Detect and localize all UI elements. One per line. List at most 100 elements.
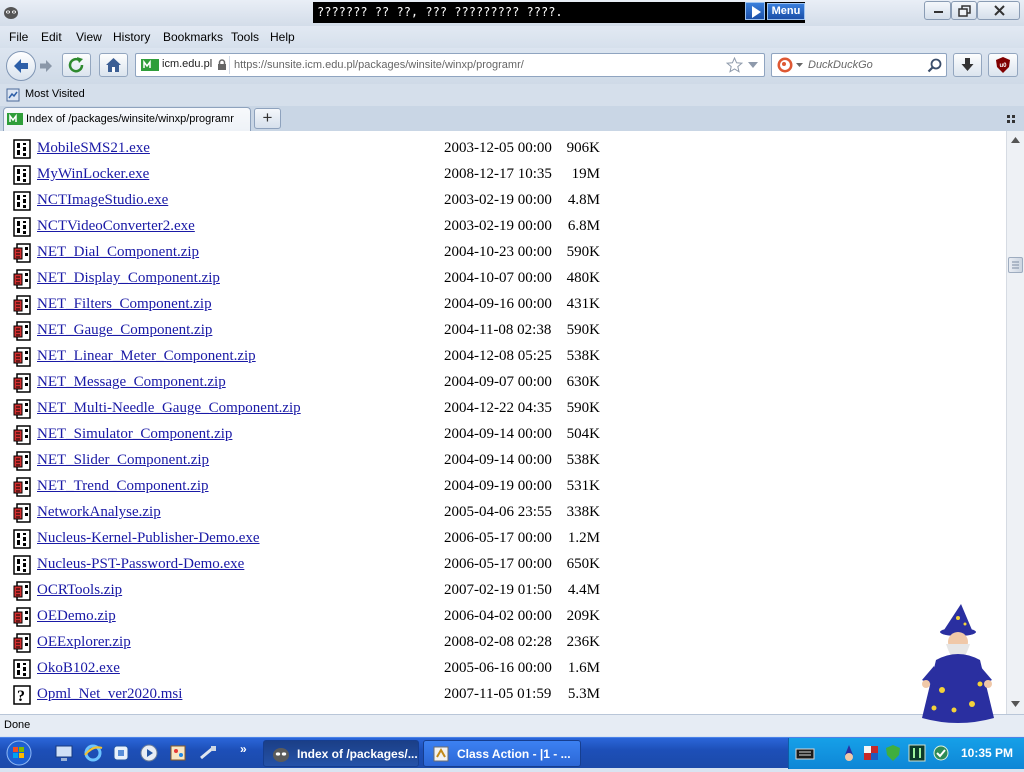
scrollbar-thumb[interactable]	[1008, 257, 1023, 273]
file-size: 590K	[566, 244, 600, 260]
file-link[interactable]: MyWinLocker.exe	[37, 166, 149, 183]
file-link[interactable]: NET_Linear_Meter_Component.zip	[37, 348, 256, 365]
network-tray-icon[interactable]	[931, 743, 951, 763]
file-link[interactable]: MobileSMS21.exe	[37, 140, 150, 157]
file-link[interactable]: OEExplorer.zip	[37, 634, 131, 651]
menu-bar: File Edit View History Bookmarks Tools H…	[0, 26, 1024, 48]
class-action-task-icon	[433, 746, 449, 762]
paint-icon[interactable]	[168, 743, 188, 763]
search-bar[interactable]: DuckDuckGo	[771, 53, 947, 77]
file-size: 650K	[566, 556, 600, 572]
bookmarks-toolbar: Most Visited	[0, 84, 1024, 106]
window-title: ??????? ?? ??, ??? ????????? ????.	[313, 2, 805, 23]
file-link[interactable]: Nucleus-PST-Password-Demo.exe	[37, 556, 244, 573]
file-link[interactable]: NET_Gauge_Component.zip	[37, 322, 212, 339]
url-text: https://sunsite.icm.edu.pl/packages/wins…	[234, 59, 524, 71]
restore-icon	[958, 5, 971, 17]
table-row: NET_Trend_Component.zip 2004-09-19 00:00 5…	[0, 473, 1006, 499]
menu-bookmarks[interactable]: Bookmarks	[163, 30, 223, 44]
unknown-icon: ?	[13, 685, 31, 705]
file-link[interactable]: NetworkAnalyse.zip	[37, 504, 161, 521]
file-size: 480K	[566, 270, 600, 286]
file-link[interactable]: Opml_Net_ver2020.msi	[37, 686, 182, 703]
file-link[interactable]: NET_Filters_Component.zip	[37, 296, 212, 313]
menu-file[interactable]: File	[9, 30, 28, 44]
search-icon[interactable]	[927, 58, 942, 73]
binary-icon	[13, 217, 31, 237]
file-link[interactable]: Nucleus-Kernel-Publisher-Demo.exe	[37, 530, 260, 547]
home-button[interactable]	[99, 53, 128, 77]
scroll-up-arrow-icon[interactable]	[1008, 132, 1023, 148]
file-link[interactable]: NET_Message_Component.zip	[37, 374, 226, 391]
file-manager-icon[interactable]	[111, 743, 131, 763]
internet-explorer-icon[interactable]	[83, 743, 103, 763]
binary-icon	[13, 659, 31, 679]
vertical-scrollbar[interactable]	[1006, 131, 1024, 714]
flag-tray-icon[interactable]	[861, 743, 881, 763]
url-dropdown-icon[interactable]	[748, 62, 758, 69]
forward-button[interactable]	[35, 56, 57, 76]
show-desktop-icon[interactable]	[54, 743, 74, 763]
title-menu-button[interactable]: Menu	[767, 3, 805, 20]
file-link[interactable]: NET_Trend_Component.zip	[37, 478, 209, 495]
tab-strip: Index of /packages/winsite/winxp/program…	[0, 106, 1024, 131]
restore-button[interactable]	[951, 1, 977, 20]
taskbar-item-browser[interactable]: Index of /packages/...	[263, 740, 419, 767]
bookmark-star-icon[interactable]	[726, 57, 743, 73]
file-size: 504K	[566, 426, 600, 442]
start-button[interactable]	[0, 738, 38, 769]
monitor-tray-icon[interactable]	[907, 743, 927, 763]
scroll-down-arrow-icon[interactable]	[1008, 696, 1023, 712]
downloads-button[interactable]	[953, 53, 982, 77]
table-row: NCTVideoConverter2.exe 2003-02-19 00:00 6.…	[0, 213, 1006, 239]
table-row: OCRTools.zip 2007-02-19 01:50 4.4M	[0, 577, 1006, 603]
taskbar: » Index of /packages/... Class Action - …	[0, 737, 1024, 769]
file-link[interactable]: NET_Slider_Component.zip	[37, 452, 209, 469]
file-link[interactable]: NET_Dial_Component.zip	[37, 244, 199, 261]
wizard-character-icon[interactable]	[914, 600, 1000, 728]
bookmark-most-visited[interactable]: Most Visited	[25, 88, 85, 100]
reload-button[interactable]	[62, 53, 91, 77]
keyboard-icon[interactable]	[795, 744, 815, 764]
file-link[interactable]: NCTImageStudio.exe	[37, 192, 168, 209]
file-date: 2004-10-23 00:00	[444, 244, 552, 260]
file-size: 6.8M	[567, 218, 600, 234]
file-link[interactable]: OEDemo.zip	[37, 608, 116, 625]
tab-active[interactable]: Index of /packages/winsite/winxp/program…	[3, 107, 251, 131]
menu-help[interactable]: Help	[270, 30, 295, 44]
shield-tray-icon[interactable]	[883, 743, 903, 763]
quick-launch-expand-icon[interactable]: »	[240, 742, 247, 756]
file-date: 2005-06-16 00:00	[444, 660, 552, 676]
close-button[interactable]	[977, 1, 1020, 20]
file-link[interactable]: OkoB102.exe	[37, 660, 120, 677]
tab-list-grid-icon[interactable]	[1006, 113, 1018, 125]
file-date: 2004-11-08 02:38	[444, 322, 552, 338]
network-cable-icon[interactable]	[198, 743, 218, 763]
file-size: 19M	[571, 166, 600, 182]
clock[interactable]: 10:35 PM	[961, 746, 1013, 760]
site-identity-button[interactable]: icm.edu.pl	[138, 56, 230, 74]
back-button[interactable]	[6, 51, 36, 81]
menu-edit[interactable]: Edit	[41, 30, 62, 44]
menu-history[interactable]: History	[113, 30, 150, 44]
search-engine-dropdown-icon[interactable]	[796, 63, 803, 68]
play-icon[interactable]	[745, 2, 765, 20]
minimize-button[interactable]	[924, 1, 951, 20]
search-input[interactable]: DuckDuckGo	[808, 59, 873, 71]
file-link[interactable]: NCTVideoConverter2.exe	[37, 218, 195, 235]
file-link[interactable]: NET_Display_Component.zip	[37, 270, 220, 287]
wizard-tray-icon[interactable]	[839, 743, 859, 763]
ublock-origin-button[interactable]: u0	[988, 53, 1018, 77]
taskbar-item-class-action[interactable]: Class Action - |1 - ...	[423, 740, 581, 767]
binary-icon	[13, 165, 31, 185]
menu-tools[interactable]: Tools	[231, 30, 259, 44]
file-link[interactable]: NET_Multi-Needle_Gauge_Component.zip	[37, 400, 301, 417]
compressed-icon	[13, 425, 31, 445]
new-tab-button[interactable]: +	[254, 108, 281, 129]
file-link[interactable]: NET_Simulator_Component.zip	[37, 426, 232, 443]
menu-view[interactable]: View	[76, 30, 102, 44]
file-link[interactable]: OCRTools.zip	[37, 582, 122, 599]
media-player-icon[interactable]	[139, 743, 159, 763]
duckduckgo-icon[interactable]	[777, 57, 793, 73]
url-bar[interactable]: icm.edu.pl https://sunsite.icm.edu.pl/pa…	[135, 53, 765, 77]
